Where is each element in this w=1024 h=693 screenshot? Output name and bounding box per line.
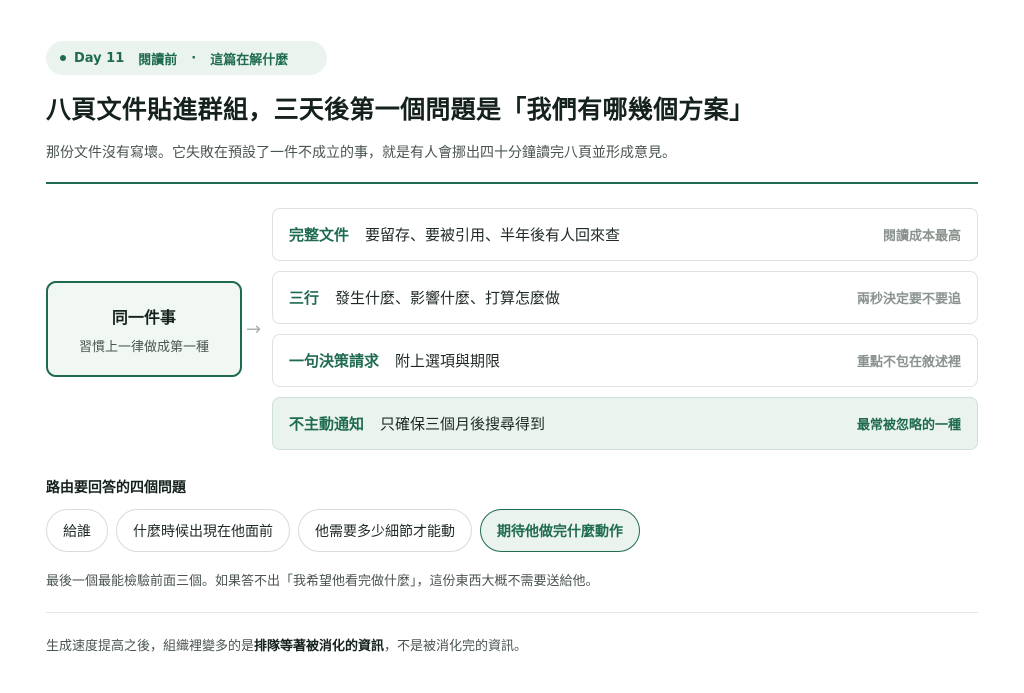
- option-description: 發生什麼、影響什麼、打算怎麼做: [335, 289, 561, 307]
- footer-emphasis: 排隊等著被消化的資訊: [254, 639, 385, 654]
- chip-when[interactable]: 什麼時候出現在他面前: [116, 509, 290, 552]
- chip-detail[interactable]: 他需要多少細節才能動: [298, 509, 472, 552]
- day-badge: Day 11 閱讀前 · 這篇在解什麼: [46, 41, 327, 75]
- source-subtitle: 習慣上一律做成第一種: [78, 339, 209, 355]
- source-title: 同一件事: [111, 307, 176, 327]
- option-name: 三行: [289, 289, 320, 307]
- badge-topic: 這篇在解什麼: [210, 52, 289, 68]
- option-note: 兩秒決定要不要追: [856, 292, 961, 307]
- footer-before: 生成速度提高之後，組織裡變多的是: [46, 639, 255, 654]
- footer-after: ，不是被消化完的資訊。: [384, 639, 528, 654]
- page-subtitle: 那份文件沒有寫壞。它失敗在預設了一件不成立的事，就是有人會挪出四十分鐘讀完八頁並…: [46, 145, 676, 161]
- option-note: 閱讀成本最高: [882, 229, 961, 244]
- option-description: 附上選項與期限: [395, 352, 501, 370]
- option-description: 要留存、要被引用、半年後有人回來查: [365, 226, 621, 244]
- questions-heading: 路由要回答的四個問題: [46, 480, 186, 496]
- option-description: 只確保三個月後搜尋得到: [380, 415, 546, 433]
- footer-divider: [46, 612, 978, 613]
- badge-separator: ·: [191, 50, 197, 66]
- header-divider: [46, 182, 978, 184]
- bullet-dot-icon: [60, 55, 66, 61]
- badge-stage: 閱讀前: [138, 52, 178, 68]
- chip-action[interactable]: 期待他做完什麼動作: [480, 509, 640, 552]
- questions-note: 最後一個最能檢驗前面三個。如果答不出「我希望他看完做什麼」，這份東西大概不需要送…: [46, 574, 599, 589]
- option-three-lines: 三行 發生什麼、影響什麼、打算怎麼做 兩秒決定要不要追: [272, 271, 978, 324]
- badge-day: Day 11: [74, 50, 125, 66]
- option-name: 完整文件: [289, 226, 350, 244]
- option-list: 完整文件 要留存、要被引用、半年後有人回來查 閱讀成本最高 三行 發生什麼、影響…: [272, 208, 978, 460]
- option-name: 不主動通知: [289, 415, 365, 433]
- question-chips: 給誰 什麼時候出現在他面前 他需要多少細節才能動 期待他做完什麼動作: [46, 509, 648, 552]
- option-decision-request: 一句決策請求 附上選項與期限 重點不包在敘述裡: [272, 334, 978, 387]
- page-title: 八頁文件貼進群組，三天後第一個問題是「我們有哪幾個方案」: [46, 95, 755, 124]
- option-name: 一句決策請求: [289, 352, 380, 370]
- source-card: 同一件事 習慣上一律做成第一種: [46, 281, 242, 377]
- chip-who[interactable]: 給誰: [46, 509, 108, 552]
- option-note: 最常被忽略的一種: [856, 418, 961, 433]
- arrow-right-icon: →: [246, 319, 262, 340]
- option-full-document: 完整文件 要留存、要被引用、半年後有人回來查 閱讀成本最高: [272, 208, 978, 261]
- footer-text: 生成速度提高之後，組織裡變多的是排隊等著被消化的資訊，不是被消化完的資訊。: [46, 635, 527, 654]
- option-note: 重點不包在敘述裡: [856, 355, 961, 370]
- option-no-notification: 不主動通知 只確保三個月後搜尋得到 最常被忽略的一種: [272, 397, 978, 450]
